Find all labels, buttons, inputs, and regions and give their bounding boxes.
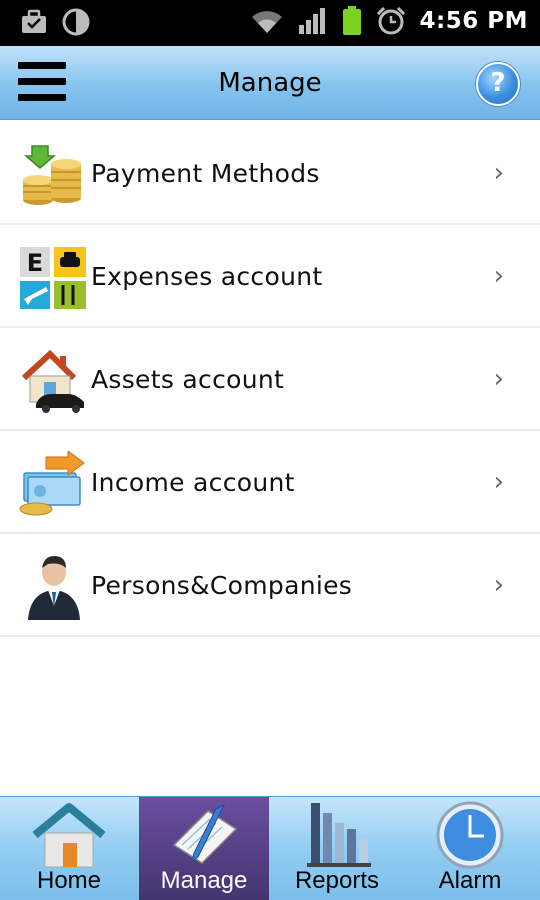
status-time: 4:56 PM xyxy=(419,8,528,34)
page-title: Manage xyxy=(218,68,322,98)
income-icon xyxy=(19,451,85,516)
menu-item-assets-account[interactable]: Assets account › xyxy=(0,328,540,431)
tab-alarm[interactable]: Alarm xyxy=(405,797,535,900)
tab-label: Home xyxy=(36,867,102,894)
app-header: Manage ? xyxy=(0,46,540,120)
chevron-right-icon: › xyxy=(493,570,504,600)
sync-icon xyxy=(62,8,90,36)
chevron-right-icon: › xyxy=(493,364,504,394)
menu-item-label: Expenses account xyxy=(91,262,323,291)
help-icon[interactable]: ? xyxy=(476,62,520,106)
menu-item-persons-companies[interactable]: Persons&Companies › xyxy=(0,534,540,637)
house-car-icon xyxy=(21,349,84,413)
tab-manage[interactable]: Manage xyxy=(139,797,269,900)
menu-item-label: Assets account xyxy=(91,365,285,394)
wifi-icon xyxy=(251,11,282,33)
hamburger-icon[interactable] xyxy=(18,60,66,104)
bar-chart-icon xyxy=(307,803,371,867)
chevron-right-icon: › xyxy=(493,158,504,188)
signal-icon xyxy=(298,8,325,34)
notepad-icon xyxy=(172,803,238,864)
menu-item-label: Payment Methods xyxy=(91,159,320,188)
menu-item-label: Persons&Companies xyxy=(91,571,353,600)
briefcase-icon xyxy=(22,9,46,33)
chevron-right-icon: › xyxy=(493,467,504,497)
menu-item-payment-methods[interactable]: Payment Methods › xyxy=(0,122,540,225)
menu-item-label: Income account xyxy=(91,468,295,497)
menu-list: Payment Methods › E Expenses account › A… xyxy=(0,120,540,796)
status-bar: 4:56 PM xyxy=(0,0,540,46)
home-icon xyxy=(32,803,106,868)
svg-text:E: E xyxy=(27,249,43,277)
alarm-icon xyxy=(376,6,405,35)
tab-label: Manage xyxy=(160,867,248,894)
tab-label: Reports xyxy=(294,867,380,894)
bottom-tab-bar: Home Manage Reports Alarm xyxy=(0,796,540,900)
chevron-right-icon: › xyxy=(493,261,504,291)
tab-reports[interactable]: Reports xyxy=(272,797,402,900)
menu-item-income-account[interactable]: Income account › xyxy=(0,431,540,534)
coins-icon xyxy=(23,145,81,205)
menu-item-expenses-account[interactable]: E Expenses account › xyxy=(0,225,540,328)
battery-icon xyxy=(342,6,361,35)
tab-label: Alarm xyxy=(438,867,502,894)
tab-home[interactable]: Home xyxy=(4,797,134,900)
person-icon xyxy=(28,556,80,620)
clock-icon xyxy=(436,801,504,869)
expenses-icon: E xyxy=(20,247,86,309)
